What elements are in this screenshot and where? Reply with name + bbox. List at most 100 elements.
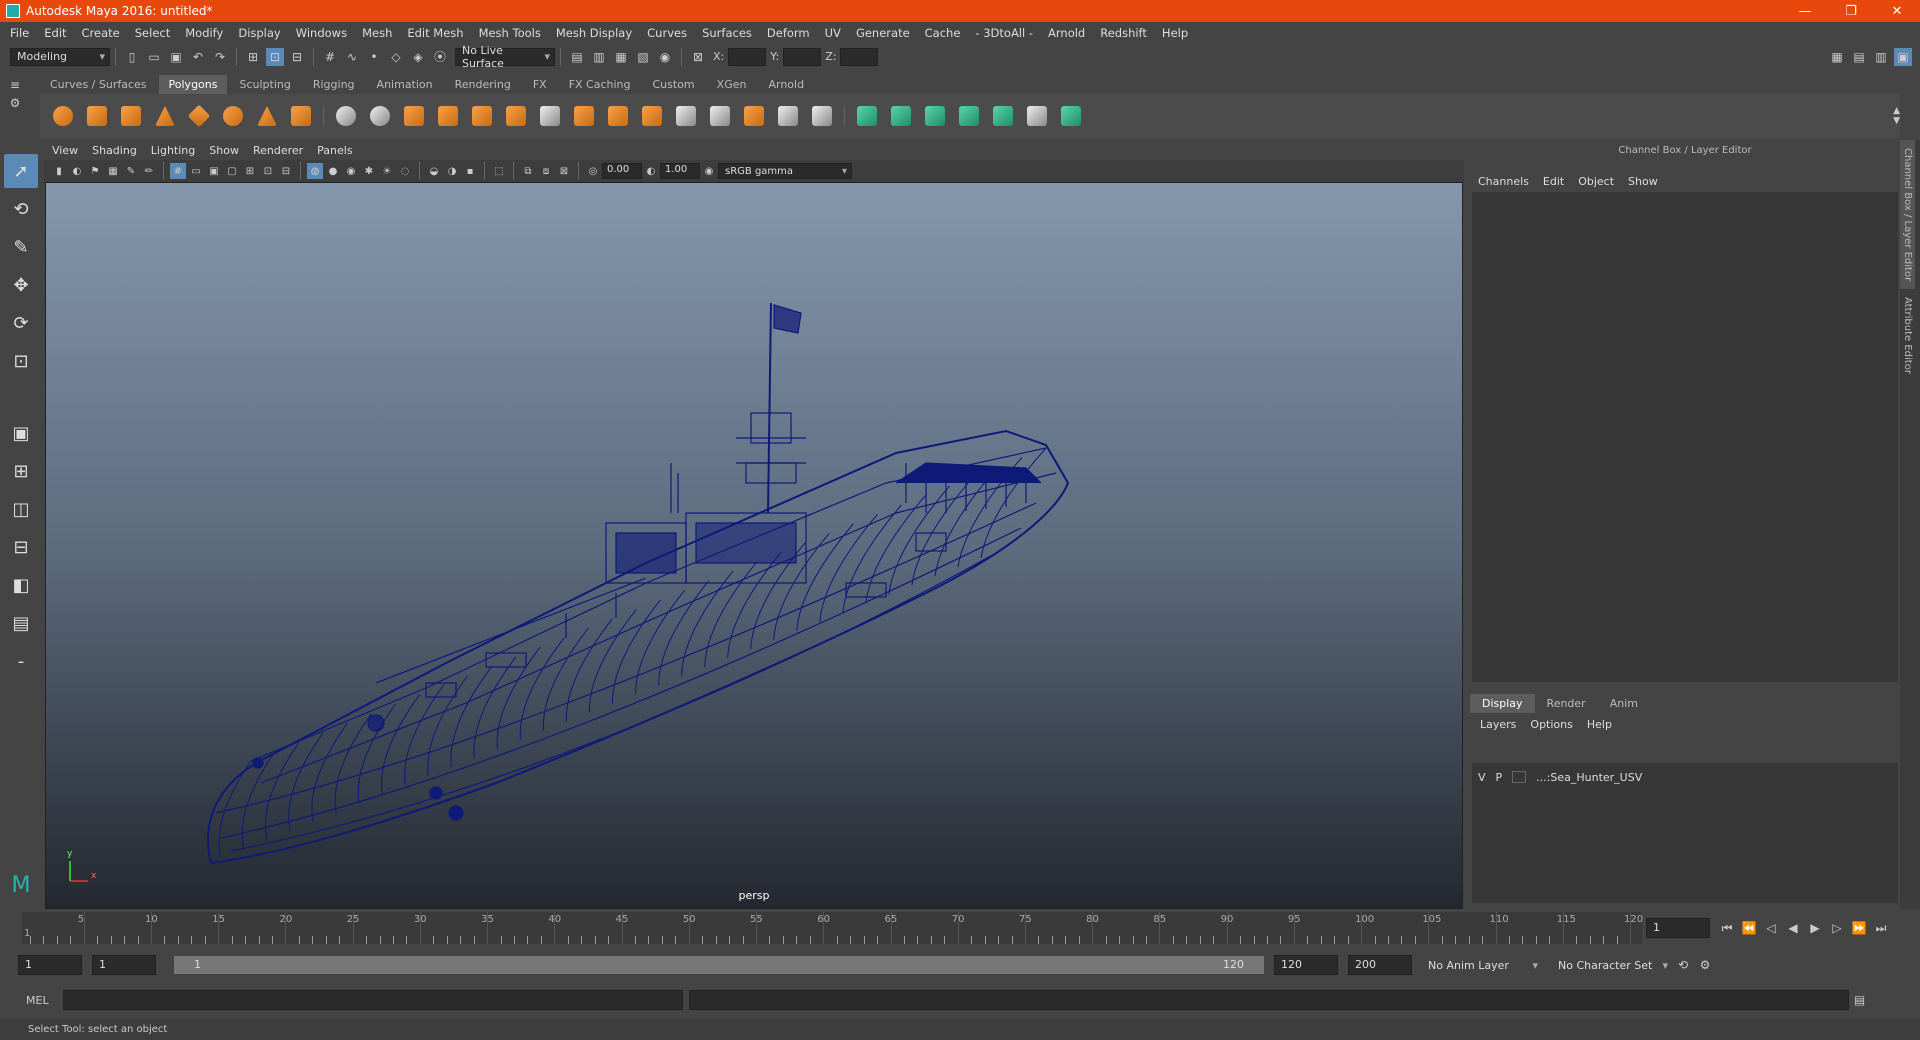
menu-file[interactable]: File (10, 26, 29, 40)
character-set-dropdown[interactable]: No Character Set (1552, 956, 1672, 974)
step-back-key-icon[interactable]: ⏪ (1740, 919, 1758, 937)
menu-edit[interactable]: Edit (44, 26, 66, 40)
menu-redshift[interactable]: Redshift (1100, 26, 1147, 40)
cb-menu-object[interactable]: Object (1578, 175, 1614, 188)
menu-uv[interactable]: UV (825, 26, 841, 40)
menu-curves[interactable]: Curves (647, 26, 687, 40)
bridge-icon[interactable] (604, 102, 632, 130)
grid-icon[interactable]: # (170, 163, 186, 179)
multi-cut-icon[interactable] (536, 102, 564, 130)
render-view-icon[interactable]: ▤ (568, 48, 586, 66)
menu-generate[interactable]: Generate (856, 26, 910, 40)
layer-color-swatch[interactable] (1512, 771, 1527, 783)
menu-cache[interactable]: Cache (925, 26, 961, 40)
minimize-button[interactable]: — (1782, 4, 1828, 19)
isolate-select-icon[interactable]: ⬚ (491, 163, 507, 179)
menu-help[interactable]: Help (1162, 26, 1188, 40)
shelf-tab-custom[interactable]: Custom (643, 75, 705, 94)
play-forwards-icon[interactable]: ▶ (1806, 919, 1824, 937)
ship-wireframe-model[interactable] (46, 183, 1463, 909)
restore-button[interactable]: ❐ (1828, 4, 1874, 19)
poly-cylinder-icon[interactable] (117, 102, 145, 130)
select-component-icon[interactable]: ⊟ (288, 48, 306, 66)
save-scene-icon[interactable]: ▣ (167, 48, 185, 66)
close-button[interactable]: ✕ (1874, 4, 1920, 19)
menu-create[interactable]: Create (82, 26, 120, 40)
wireframe-icon[interactable]: ◍ (307, 163, 323, 179)
image-plane-icon[interactable]: ▦ (105, 163, 121, 179)
side-tab-attribute-editor[interactable]: Attribute Editor (1900, 289, 1915, 382)
auto-key-icon[interactable]: ⟲ (1674, 956, 1692, 974)
menu-arnold[interactable]: Arnold (1048, 26, 1085, 40)
poly-cone-icon[interactable] (151, 102, 179, 130)
four-view-layout-icon[interactable]: ⊞ (4, 454, 38, 488)
undo-icon[interactable]: ↶ (189, 48, 207, 66)
xray-icon[interactable]: ⧉ (520, 163, 536, 179)
menu-3dtoall[interactable]: - 3DtoAll - (975, 26, 1033, 40)
uv-editor-icon[interactable] (1057, 102, 1085, 130)
poly-sphere-icon[interactable] (49, 102, 77, 130)
smooth-icon[interactable] (400, 102, 428, 130)
field-chart-icon[interactable]: ⊞ (242, 163, 258, 179)
bookmark-icon[interactable]: ⚑ (87, 163, 103, 179)
shelf-tab-animation[interactable]: Animation (367, 75, 443, 94)
poly-pipe-icon[interactable] (287, 102, 315, 130)
layer-row[interactable]: V P ...:Sea_Hunter_USV (1472, 767, 1898, 787)
merge-icon[interactable] (808, 102, 836, 130)
anti-aliasing-icon[interactable]: ▪ (462, 163, 478, 179)
combine-icon[interactable] (332, 102, 360, 130)
menu-mesh-display[interactable]: Mesh Display (556, 26, 632, 40)
textured-icon[interactable]: ✱ (361, 163, 377, 179)
append-icon[interactable] (638, 102, 666, 130)
le-menu-help[interactable]: Help (1587, 718, 1612, 731)
modeling-toolkit-icon[interactable]: ▦ (1828, 48, 1846, 66)
two-d-pan-icon[interactable]: ✎ (123, 163, 139, 179)
layer-visibility-toggle[interactable]: V (1478, 771, 1486, 784)
mode-dropdown[interactable]: Modeling (10, 47, 110, 66)
xray-components-icon[interactable]: ⊠ (556, 163, 572, 179)
grease-pencil-icon[interactable]: ✏ (141, 163, 157, 179)
uv-unfold-icon[interactable] (989, 102, 1017, 130)
move-tool-icon[interactable]: ✥ (4, 268, 38, 302)
shelf-scroll-up-icon[interactable]: ▲ (1893, 106, 1900, 116)
snap-surface-icon[interactable]: ◈ (409, 48, 427, 66)
menu-mesh[interactable]: Mesh (362, 26, 392, 40)
go-to-end-icon[interactable]: ⏭ (1872, 919, 1890, 937)
menu-display[interactable]: Display (238, 26, 280, 40)
color-management-icon[interactable]: ◉ (701, 163, 717, 179)
attribute-editor-toggle-icon[interactable]: ▤ (1850, 48, 1868, 66)
anim-start-field[interactable]: 1 (92, 955, 156, 975)
new-scene-icon[interactable]: ▯ (123, 48, 141, 66)
xray-joints-icon[interactable]: ⧈ (538, 163, 554, 179)
select-camera-icon[interactable]: ▮ (51, 163, 67, 179)
menu-select[interactable]: Select (135, 26, 170, 40)
exposure-icon[interactable]: ◎ (585, 163, 601, 179)
ipr-render-icon[interactable]: ▦ (612, 48, 630, 66)
poly-plane-icon[interactable] (185, 102, 213, 130)
outliner-layout-icon[interactable]: ▤ (4, 606, 38, 640)
paint-select-icon[interactable]: ✎ (4, 230, 38, 264)
transform-mode-icon[interactable]: ⊠ (689, 48, 707, 66)
shelf-settings-icon[interactable]: ⚙ (6, 94, 24, 112)
channel-box-area[interactable] (1472, 192, 1898, 682)
offset-edge-icon[interactable] (740, 102, 768, 130)
viewport-menu-shading[interactable]: Shading (92, 144, 137, 157)
perspective-viewport[interactable]: x y persp (45, 182, 1463, 909)
current-frame-field[interactable]: 1 (1646, 918, 1710, 938)
range-slider[interactable]: 1 120 (174, 956, 1264, 974)
gamma-field[interactable]: 1.00 (660, 163, 700, 179)
shelf-tab-fx-caching[interactable]: FX Caching (559, 75, 641, 94)
menu-windows[interactable]: Windows (296, 26, 347, 40)
snap-view-icon[interactable]: ◇ (387, 48, 405, 66)
target-weld-icon[interactable] (774, 102, 802, 130)
cb-menu-channels[interactable]: Channels (1478, 175, 1529, 188)
step-forward-frame-icon[interactable]: ▷ (1828, 919, 1846, 937)
menu-surfaces[interactable]: Surfaces (702, 26, 752, 40)
layer-playback-toggle[interactable]: P (1496, 771, 1503, 784)
rotate-tool-icon[interactable]: ⟳ (4, 306, 38, 340)
step-back-frame-icon[interactable]: ◁ (1762, 919, 1780, 937)
smooth-shade-icon[interactable]: ● (325, 163, 341, 179)
layer-tab-anim[interactable]: Anim (1598, 694, 1650, 713)
fill-hole-icon[interactable] (672, 102, 700, 130)
persp-outliner-layout-icon[interactable]: ◫ (4, 492, 38, 526)
